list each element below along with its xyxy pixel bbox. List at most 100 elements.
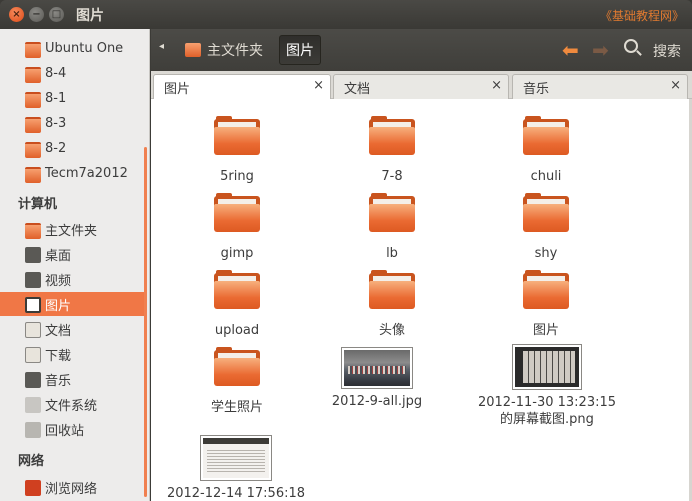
file-item[interactable]: gimp xyxy=(162,193,312,262)
folder-icon xyxy=(523,193,569,232)
folder-icon xyxy=(369,193,415,232)
close-icon[interactable]: × xyxy=(313,78,324,93)
title-bar: × − □ 图片 《基础教程网》 xyxy=(0,0,692,29)
breadcrumb-label: 主文件夹 xyxy=(207,43,263,59)
minimize-window-button[interactable]: − xyxy=(29,7,44,22)
file-item[interactable]: 图片 xyxy=(471,270,621,339)
file-name: 2012-9-all.jpg xyxy=(331,394,423,409)
close-icon[interactable]: × xyxy=(670,78,681,93)
pictures-icon xyxy=(25,297,41,313)
file-item[interactable]: lb xyxy=(317,193,467,262)
sidebar-heading-network: 网络 xyxy=(18,454,45,469)
network-icon xyxy=(25,480,41,496)
sidebar-item-8-1[interactable]: 8-1 xyxy=(0,86,147,110)
sidebar-item-8-3[interactable]: 8-3 xyxy=(0,111,147,135)
maximize-window-button[interactable]: □ xyxy=(49,7,64,22)
sidebar-item-label: 音乐 xyxy=(45,373,72,389)
file-item[interactable]: upload xyxy=(162,270,312,339)
file-item[interactable]: 7-8 xyxy=(317,116,467,185)
tab-music[interactable]: 音乐 × xyxy=(512,74,688,99)
home-icon xyxy=(185,43,201,57)
sidebar-item-filesystem[interactable]: 文件系统 xyxy=(0,392,147,416)
sidebar-item-ubuntu-one[interactable]: Ubuntu One xyxy=(0,36,147,60)
breadcrumb-label: 图片 xyxy=(286,43,314,59)
forward-arrow-icon[interactable]: ➡ xyxy=(592,38,609,62)
file-item[interactable]: 学生照片 xyxy=(162,347,312,416)
sidebar-item-label: 文档 xyxy=(45,323,72,339)
screenshot-thumbnail xyxy=(200,435,272,481)
sidebar-item-browse-network[interactable]: 浏览网络 xyxy=(0,475,147,499)
watermark: 《基础教程网》 xyxy=(599,9,684,23)
tab-label: 音乐 xyxy=(523,81,550,97)
file-name: 头像 xyxy=(378,323,405,338)
sidebar-scrollbar[interactable] xyxy=(144,147,147,497)
file-item[interactable]: 2012-12-14 17:56:18 xyxy=(161,435,311,501)
tab-documents[interactable]: 文档 × xyxy=(333,74,509,99)
tab-label: 文档 xyxy=(344,81,371,97)
folder-icon xyxy=(25,42,41,58)
trash-icon xyxy=(25,422,41,438)
sidebar-item-documents[interactable]: 文档 xyxy=(0,317,147,341)
file-name: chuli xyxy=(530,169,562,184)
sidebar-item-label: 8-1 xyxy=(45,90,67,106)
sidebar-item-label: 8-4 xyxy=(45,65,67,81)
sidebar-item-label: Ubuntu One xyxy=(45,40,124,56)
sidebar-item-downloads[interactable]: 下载 xyxy=(0,342,147,366)
breadcrumb-pictures[interactable]: 图片 xyxy=(279,35,321,65)
desktop-icon xyxy=(25,247,41,263)
sidebar-item-home[interactable]: 主文件夹 xyxy=(0,217,147,241)
sidebar-item-8-2[interactable]: 8-2 xyxy=(0,136,147,160)
sidebar-item-label: 视频 xyxy=(45,273,72,289)
file-name: 5ring xyxy=(220,169,254,184)
sidebar-item-label: 主文件夹 xyxy=(45,223,98,239)
folder-icon xyxy=(369,116,415,155)
close-window-button[interactable]: × xyxy=(9,7,24,22)
file-item[interactable]: 5ring xyxy=(162,116,312,185)
file-name: 2012-11-30 13:23:15 的屏幕截图.png xyxy=(477,395,617,427)
sidebar-item-music[interactable]: 音乐 xyxy=(0,367,147,391)
tab-label: 图片 xyxy=(164,81,191,97)
folder-icon xyxy=(214,193,260,232)
tab-pictures[interactable]: 图片 × xyxy=(153,74,331,99)
search-icon[interactable] xyxy=(624,39,638,53)
file-item[interactable]: 2012-9-all.jpg xyxy=(302,347,452,410)
search-button[interactable]: 搜索 xyxy=(653,41,681,61)
file-item[interactable]: 头像 xyxy=(317,270,467,339)
screenshot-thumbnail xyxy=(512,344,582,390)
file-view[interactable]: 5ring 7-8 chuli gimp lb shy upload 头像 图片… xyxy=(151,99,689,501)
folder-icon xyxy=(214,270,260,309)
sidebar-item-desktop[interactable]: 桌面 xyxy=(0,242,147,266)
music-icon xyxy=(25,372,41,388)
sidebar-item-label: 桌面 xyxy=(45,248,72,264)
filesystem-icon xyxy=(25,397,41,413)
folder-icon xyxy=(25,67,41,83)
folder-icon xyxy=(369,270,415,309)
sidebar-item-trash[interactable]: 回收站 xyxy=(0,417,147,441)
sidebar-item-label: 图片 xyxy=(45,298,72,314)
folder-icon xyxy=(523,270,569,309)
download-icon xyxy=(25,347,41,363)
sidebar-item-videos[interactable]: 视频 xyxy=(0,267,147,291)
file-name: 7-8 xyxy=(381,169,403,184)
file-item[interactable]: shy xyxy=(471,193,621,262)
sidebar-item-label: 8-2 xyxy=(45,140,67,156)
close-icon[interactable]: × xyxy=(491,78,502,93)
file-item[interactable]: chuli xyxy=(471,116,621,185)
folder-icon xyxy=(214,347,260,386)
breadcrumb-scroll-left-icon[interactable]: ◂ xyxy=(159,41,164,52)
sidebar-heading-computer: 计算机 xyxy=(18,197,58,212)
breadcrumb-home[interactable]: 主文件夹 xyxy=(179,35,269,65)
sidebar-item-pictures[interactable]: 图片 xyxy=(0,292,147,316)
file-name: upload xyxy=(214,323,260,338)
sidebar-item-label: 回收站 xyxy=(45,423,85,439)
sidebar-item-label: 浏览网络 xyxy=(45,481,98,497)
file-name: gimp xyxy=(220,246,254,261)
sidebar-item-tecm7a2012[interactable]: Tecm7a2012 xyxy=(0,161,147,185)
file-name: 2012-12-14 17:56:18 xyxy=(166,486,306,501)
file-item[interactable]: 2012-11-30 13:23:15 的屏幕截图.png xyxy=(472,344,622,428)
sidebar-item-8-4[interactable]: 8-4 xyxy=(0,61,147,85)
back-arrow-icon[interactable]: ⬅ xyxy=(562,38,579,62)
tab-bar: 图片 × 文档 × 音乐 × xyxy=(151,71,692,99)
folder-icon xyxy=(25,117,41,133)
file-name: 图片 xyxy=(532,323,559,338)
